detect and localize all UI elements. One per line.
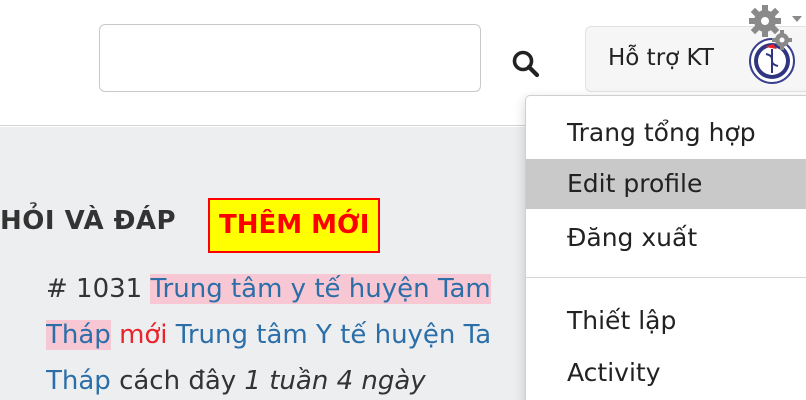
entry-author-link-cont[interactable]: Tháp: [46, 366, 111, 396]
entry-topic-link[interactable]: Trung tâm y tế huyện Tam: [150, 274, 491, 304]
search-icon: [512, 50, 540, 78]
entry-ago-label: cách đây: [119, 366, 237, 396]
qa-entry: # 1031 Trung tâm y tế huyện Tam Tháp mới…: [46, 266, 526, 400]
user-dropdown-menu: Trang tổng hợp Edit profile Đăng xuất Th…: [525, 95, 806, 400]
entry-id: # 1031: [46, 274, 143, 304]
menu-divider: [526, 277, 806, 278]
qa-entry-line-3: Tháp cách đây 1 tuần 4 ngày: [46, 358, 526, 400]
menu-item-logout[interactable]: Đăng xuất: [526, 213, 806, 263]
entry-topic-link-cont[interactable]: Tháp: [46, 320, 111, 350]
section-title: HỎI VÀ ĐÁP: [0, 206, 177, 236]
menu-item-activity[interactable]: Activity: [526, 348, 806, 398]
qa-entry-line-2: Tháp mới Trung tâm Y tế huyện Ta: [46, 312, 526, 358]
entry-author-link[interactable]: Trung tâm Y tế huyện Ta: [176, 320, 491, 350]
search-input[interactable]: [99, 24, 481, 92]
search-button[interactable]: [506, 44, 546, 84]
add-new-button[interactable]: THÊM MỚI: [208, 198, 381, 253]
menu-item-dashboard[interactable]: Trang tổng hợp: [526, 108, 806, 158]
entry-time: 1 tuần 4 ngày: [244, 366, 426, 396]
menu-item-settings[interactable]: Thiết lập: [526, 296, 806, 346]
gear-icon[interactable]: [748, 2, 804, 54]
menu-item-edit-profile[interactable]: Edit profile: [526, 159, 806, 209]
user-name: Hỗ trợ KT: [608, 45, 714, 71]
new-label: mới: [119, 320, 168, 350]
qa-entry-line-1: # 1031 Trung tâm y tế huyện Tam: [46, 266, 526, 312]
